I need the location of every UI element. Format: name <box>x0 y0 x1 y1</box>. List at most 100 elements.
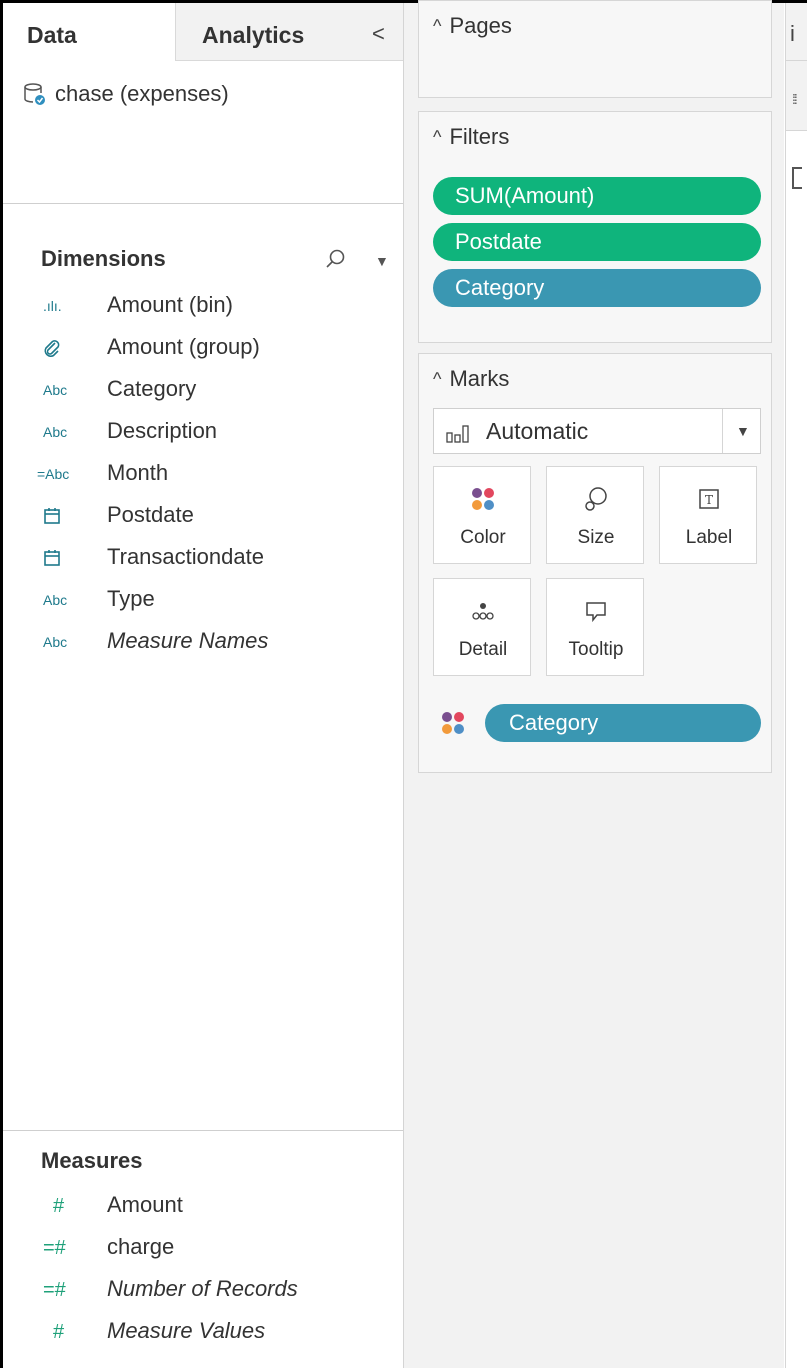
pages-card[interactable]: ^ Pages <box>418 0 772 98</box>
abc-icon: Abc <box>43 634 68 650</box>
calc-number-icon: =# <box>43 1236 66 1259</box>
view-edge: i ⁞⁞ <box>785 3 807 1368</box>
mark-type-label: Automatic <box>486 418 589 444</box>
detail-label: Detail <box>458 639 508 660</box>
chevron-up-icon[interactable]: ^ <box>433 127 441 148</box>
tab-analytics[interactable]: Analytics < <box>175 3 403 61</box>
divider <box>3 203 403 204</box>
data-pane: Data Analytics < chase (expenses) Dimens… <box>3 3 404 1368</box>
field-label: Measure Values <box>107 1318 266 1343</box>
calc-number-icon: =# <box>43 1278 66 1301</box>
dimension-field[interactable]: Abc Description <box>3 412 403 452</box>
field-label: Postdate <box>107 502 194 527</box>
field-label: Category <box>107 376 197 401</box>
chevron-down-icon[interactable]: ▼ <box>736 423 750 439</box>
label-button[interactable]: T Label <box>659 466 757 564</box>
filter-pill[interactable]: SUM(Amount) <box>433 177 761 215</box>
field-label: Number of Records <box>107 1276 298 1301</box>
marks-title-row[interactable]: ^ Marks <box>433 366 509 392</box>
number-icon: # <box>53 1320 65 1343</box>
bin-icon: .ılı. <box>43 298 62 314</box>
field-label: Description <box>107 418 218 443</box>
datasource-name: chase (expenses) <box>55 81 229 106</box>
label-label: Label <box>685 527 733 548</box>
dimensions-title: Dimensions <box>41 246 166 271</box>
dimension-field[interactable]: Abc Category <box>3 370 403 410</box>
filters-card[interactable]: ^ Filters SUM(Amount) Postdate Category <box>418 111 772 343</box>
abc-icon: Abc <box>43 382 68 398</box>
calc-abc-icon: =Abc <box>37 466 70 482</box>
detail-icon <box>434 597 532 630</box>
color-label: Color <box>460 527 506 548</box>
chevron-up-icon[interactable]: ^ <box>433 16 441 37</box>
field-label: Amount (group) <box>107 334 260 359</box>
marks-title: Marks <box>449 366 510 391</box>
size-button[interactable]: Size <box>546 466 644 564</box>
color-encoding-icon <box>442 712 464 734</box>
dimension-field[interactable]: Amount (group) <box>3 328 403 368</box>
filter-pill[interactable]: Postdate <box>433 223 761 261</box>
detail-button[interactable]: Detail <box>433 578 531 676</box>
color-palette-icon <box>434 485 532 518</box>
dimension-field[interactable]: Transactiondate <box>3 538 403 578</box>
chevron-up-icon[interactable]: ^ <box>433 369 441 390</box>
paperclip-icon <box>43 336 83 360</box>
dimension-field[interactable]: Postdate <box>3 496 403 536</box>
color-encoding-pill[interactable]: Category <box>485 704 761 742</box>
tooltip-icon <box>547 597 645 630</box>
measures-title: Measures <box>41 1148 143 1173</box>
dimension-field[interactable]: =Abc Month <box>3 454 403 494</box>
shelves-column: ^ Pages ^ Filters SUM(Amount) Postdate C… <box>404 0 784 1368</box>
search-icon[interactable] <box>325 248 347 270</box>
text-label-icon: T <box>660 485 758 518</box>
pane-tabs: Data Analytics < <box>3 3 403 61</box>
field-label: Transactiondate <box>107 544 264 569</box>
measure-field[interactable]: =# charge <box>3 1228 403 1268</box>
tab-data[interactable]: Data <box>3 3 175 61</box>
abc-icon: Abc <box>43 592 68 608</box>
shelf-stub: ⁞⁞ <box>786 61 807 131</box>
tooltip-button[interactable]: Tooltip <box>546 578 644 676</box>
field-label: Type <box>107 586 155 611</box>
dimension-field[interactable]: .ılı. Amount (bin) <box>3 286 403 326</box>
database-icon <box>24 83 45 105</box>
tab-analytics-label: Analytics <box>202 22 305 48</box>
view-edge-marker <box>792 167 802 189</box>
field-label: Amount <box>107 1192 183 1217</box>
measure-field[interactable]: # Measure Values <box>3 1312 403 1352</box>
mark-type-dropdown[interactable]: Automatic ▼ <box>433 408 761 454</box>
divider <box>722 409 723 453</box>
grip-icon: ⁞⁞ <box>792 91 798 107</box>
filter-pill[interactable]: Category <box>433 269 761 307</box>
calendar-icon <box>43 546 83 570</box>
field-label: Amount (bin) <box>107 292 233 317</box>
size-label: Size <box>577 527 615 548</box>
divider <box>3 1130 403 1131</box>
number-icon: # <box>53 1194 65 1217</box>
abc-icon: Abc <box>43 424 68 440</box>
size-icon <box>547 485 645 518</box>
field-label: Month <box>107 460 169 485</box>
toolbar-stub: i <box>786 3 807 61</box>
pages-title-row[interactable]: ^ Pages <box>433 13 512 39</box>
datasource-item[interactable]: chase (expenses) <box>23 81 229 107</box>
marks-card: ^ Marks Automatic ▼ Color Size T Label D… <box>418 353 772 773</box>
collapse-pane-button[interactable]: < <box>372 21 385 47</box>
bar-chart-icon <box>446 425 469 443</box>
chevron-down-icon[interactable]: ▼ <box>375 253 389 269</box>
tab-data-label: Data <box>27 22 77 48</box>
field-label: Measure Names <box>107 628 269 653</box>
svg-text:T: T <box>705 493 713 507</box>
dimension-field[interactable]: Abc Measure Names <box>3 622 403 662</box>
calendar-icon <box>43 504 83 528</box>
color-button[interactable]: Color <box>433 466 531 564</box>
measure-field[interactable]: =# Number of Records <box>3 1270 403 1310</box>
filters-title-row[interactable]: ^ Filters <box>433 124 509 150</box>
tooltip-label: Tooltip <box>568 639 624 660</box>
filters-title: Filters <box>449 124 510 149</box>
info-glyph: i <box>790 21 795 46</box>
dimension-field[interactable]: Abc Type <box>3 580 403 620</box>
measure-field[interactable]: # Amount <box>3 1186 403 1226</box>
pages-title: Pages <box>449 13 512 38</box>
field-label: charge <box>107 1234 175 1259</box>
